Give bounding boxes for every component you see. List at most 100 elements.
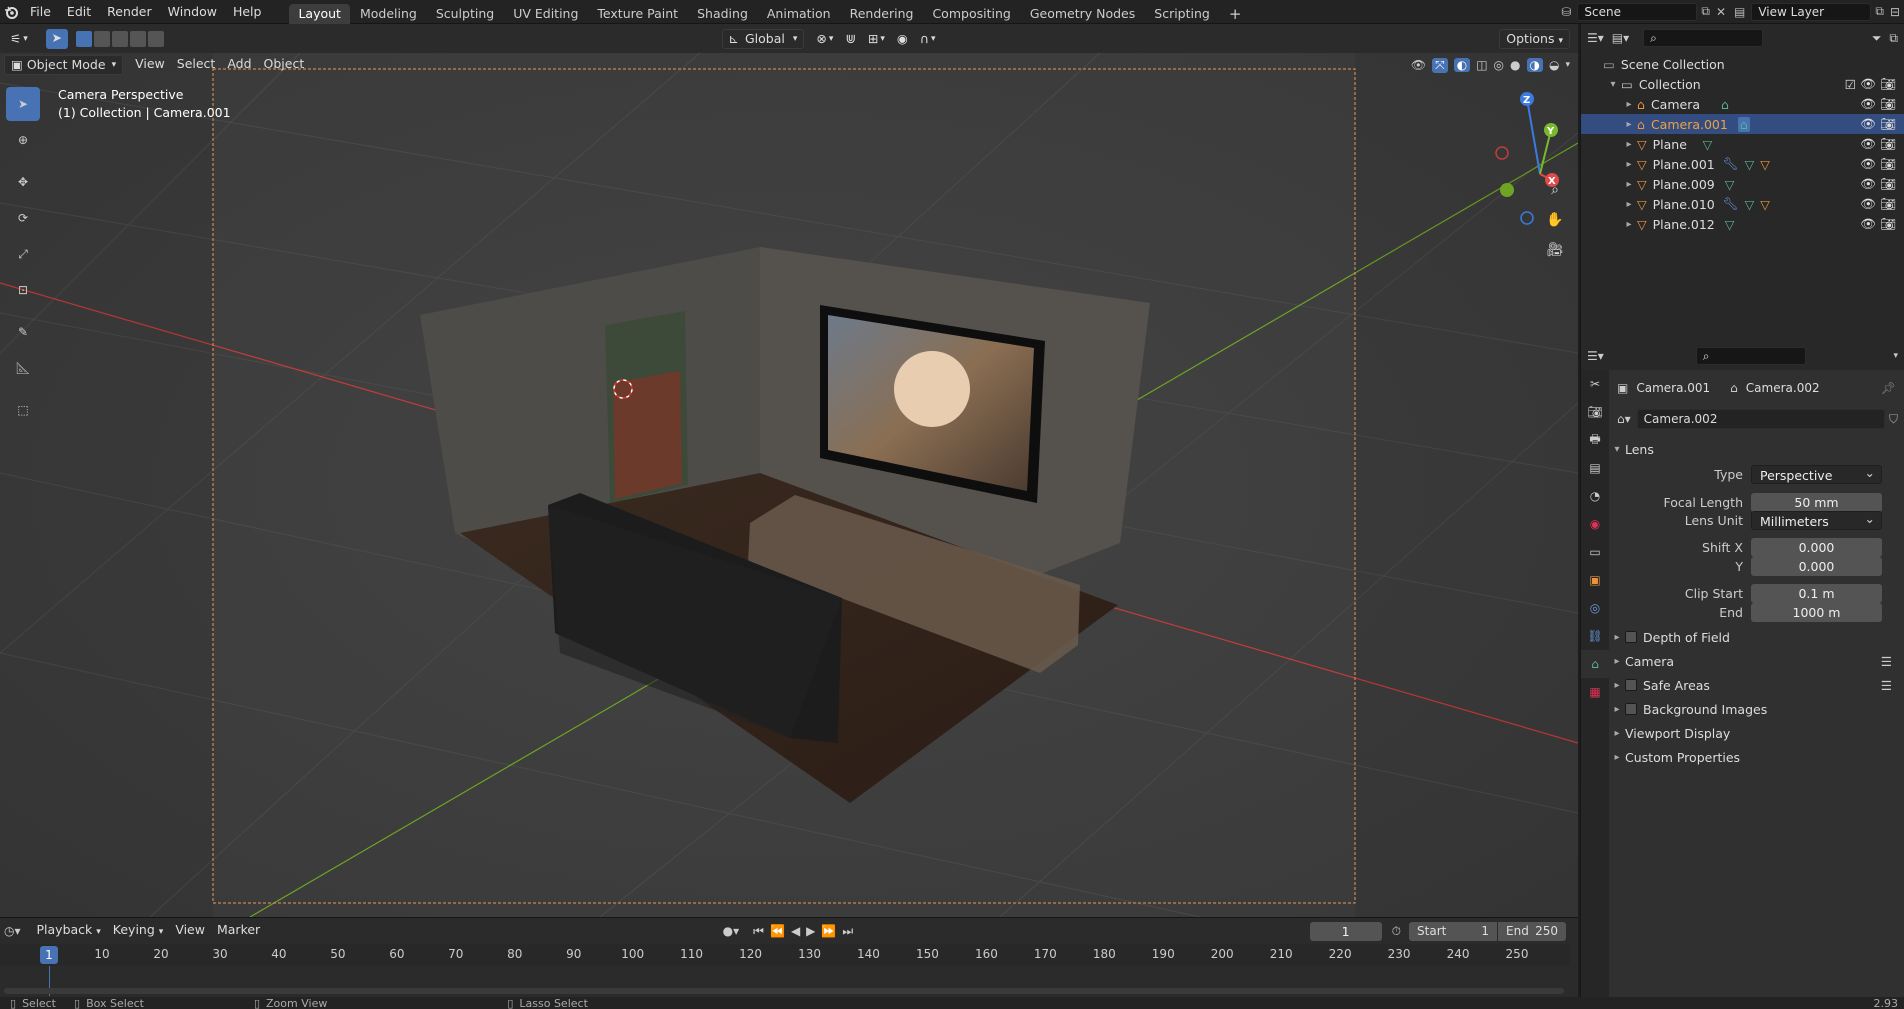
- visibility-eye-icon[interactable]: 👁︎: [1860, 156, 1876, 172]
- frame-ruler[interactable]: 1 10 20 30 40 50 60 70 80 90 100 110 120 130 140 150 16…: [0, 944, 1570, 966]
- render-camera-icon[interactable]: 📷︎: [1880, 96, 1896, 112]
- tab-layout[interactable]: Layout: [289, 3, 350, 24]
- render-camera-icon[interactable]: 📷︎: [1880, 216, 1896, 232]
- collection-row[interactable]: ▾ ▭ Collection ☑ 👁︎ 📷︎: [1581, 74, 1904, 94]
- preview-range-clock-icon[interactable]: ⏱: [1392, 924, 1401, 939]
- camera-data-icon[interactable]: ⌂▾: [1617, 412, 1631, 426]
- output-tab-icon[interactable]: 🖶︎: [1581, 426, 1609, 454]
- mode-dropdown[interactable]: ▣ Object Mode ▾: [4, 55, 124, 75]
- object-tab-icon[interactable]: ▣: [1581, 566, 1609, 594]
- menu-file[interactable]: File: [22, 0, 59, 24]
- new-view-layer-icon[interactable]: ⧉: [1875, 4, 1884, 19]
- pin-icon[interactable]: 📌︎: [1881, 381, 1896, 395]
- visibility-eye-icon[interactable]: 👁︎: [1860, 136, 1876, 152]
- tab-geometry-nodes[interactable]: Geometry Nodes: [1021, 4, 1144, 24]
- menu-keying[interactable]: Keying ▾: [107, 921, 170, 941]
- tab-modeling[interactable]: Modeling: [351, 4, 426, 24]
- view-layer-tab-icon[interactable]: ▤: [1581, 454, 1609, 482]
- expand-chevron-icon[interactable]: ▸: [1621, 159, 1637, 170]
- datablock-name-field[interactable]: Camera.002: [1636, 409, 1885, 429]
- filter-icon[interactable]: ⏷: [1872, 31, 1882, 46]
- 3d-viewport[interactable]: Z Y X Camera Perspective (1) Collection …: [0, 53, 1578, 917]
- safe-areas-panel-header[interactable]: ▸ Safe Areas ☰: [1609, 674, 1904, 696]
- cursor-tool-icon[interactable]: ⊕: [6, 123, 40, 157]
- rotate-tool-icon[interactable]: ⟳: [6, 201, 40, 235]
- outliner-item-plane-009[interactable]: ▸ ▽ Plane.009 ▽ 👁︎ 📷︎: [1581, 174, 1904, 194]
- blender-logo-icon[interactable]: [0, 0, 22, 24]
- depth-of-field-panel-header[interactable]: ▸ Depth of Field: [1609, 626, 1904, 648]
- menu-add[interactable]: Add: [221, 55, 257, 75]
- scene-selector[interactable]: ⛁ Scene ⧉ ✕: [1561, 2, 1726, 21]
- render-camera-icon[interactable]: 📷︎: [1880, 176, 1896, 192]
- new-scene-icon[interactable]: ⧉: [1701, 4, 1710, 19]
- depth-of-field-checkbox[interactable]: [1625, 631, 1637, 643]
- render-camera-icon[interactable]: 📷︎: [1880, 136, 1896, 152]
- render-tab-icon[interactable]: 📷︎: [1581, 398, 1609, 426]
- current-frame-field[interactable]: 1: [1309, 921, 1382, 941]
- select-tool-icon[interactable]: ➤: [6, 87, 40, 121]
- tab-scripting[interactable]: Scripting: [1145, 4, 1219, 24]
- jump-end-icon[interactable]: ⏭: [842, 924, 853, 939]
- clip-start-field[interactable]: 0.1 m: [1751, 583, 1882, 603]
- pivot-point-dropdown[interactable]: ⊗ ▾: [810, 29, 839, 49]
- start-frame-field[interactable]: Start 1: [1409, 921, 1498, 941]
- menu-help[interactable]: Help: [225, 0, 270, 24]
- editor-type-button[interactable]: ⚟ ▾: [4, 29, 34, 49]
- render-camera-icon[interactable]: 📷︎: [1880, 76, 1896, 92]
- select-invert-icon[interactable]: [129, 30, 146, 47]
- expand-chevron-icon[interactable]: ▸: [1621, 219, 1637, 230]
- tab-rendering[interactable]: Rendering: [841, 4, 923, 24]
- safe-areas-checkbox[interactable]: [1625, 679, 1637, 691]
- tab-texture-paint[interactable]: Texture Paint: [588, 4, 687, 24]
- select-set-icon[interactable]: [75, 30, 92, 47]
- expand-chevron-icon[interactable]: ▸: [1621, 99, 1637, 110]
- expand-chevron-icon[interactable]: ▸: [1621, 199, 1637, 210]
- expand-chevron-icon[interactable]: ▸: [1621, 179, 1637, 190]
- shading-solid-icon[interactable]: ●: [1510, 58, 1520, 72]
- scene-collection-row[interactable]: ▭ Scene Collection: [1581, 54, 1904, 74]
- shift-x-field[interactable]: 0.000: [1751, 537, 1882, 557]
- visibility-eye-icon[interactable]: 👁︎: [1860, 96, 1876, 112]
- scene-name-field[interactable]: Scene: [1577, 2, 1698, 21]
- shading-wireframe-icon[interactable]: ◎: [1494, 58, 1504, 72]
- focal-length-field[interactable]: 50 mm: [1751, 492, 1882, 512]
- visibility-eye-icon[interactable]: 👁︎: [1860, 76, 1876, 92]
- add-workspace-button[interactable]: +: [1220, 4, 1251, 24]
- end-frame-field[interactable]: End 250: [1498, 921, 1567, 941]
- gizmo-toggle-icon[interactable]: ⤧: [1432, 57, 1448, 73]
- background-images-checkbox[interactable]: [1625, 703, 1637, 715]
- proportional-edit-toggle[interactable]: ◉: [891, 29, 914, 49]
- zoom-icon[interactable]: ⌕: [1542, 177, 1568, 203]
- shading-rendered-icon[interactable]: ◒: [1549, 58, 1559, 72]
- new-collection-icon[interactable]: ⧉: [1889, 31, 1898, 46]
- outliner-item-camera[interactable]: ▸ ⌂ Camera ⌂ 👁︎ 📷︎: [1581, 94, 1904, 114]
- measure-tool-icon[interactable]: 📐︎: [6, 351, 40, 385]
- type-dropdown[interactable]: Perspective: [1751, 463, 1882, 484]
- menu-view[interactable]: View: [129, 55, 171, 75]
- options-dropdown[interactable]: Options ▾: [1499, 28, 1571, 49]
- background-images-panel-header[interactable]: ▸ Background Images: [1609, 698, 1904, 720]
- properties-options-icon[interactable]: ▾: [1893, 351, 1898, 361]
- scene-tab-icon[interactable]: ◔: [1581, 482, 1609, 510]
- menu-object[interactable]: Object: [258, 55, 311, 75]
- shading-options-icon[interactable]: ▾: [1565, 60, 1570, 70]
- add-cube-tool-icon[interactable]: ⬚: [6, 393, 40, 427]
- camera-view-icon[interactable]: 🎥︎: [1542, 237, 1568, 263]
- lens-unit-dropdown[interactable]: Millimeters: [1751, 509, 1882, 530]
- visibility-eye-icon[interactable]: 👁︎: [1411, 58, 1426, 72]
- outliner-item-plane[interactable]: ▸ ▽ Plane ▽ 👁︎ 📷︎: [1581, 134, 1904, 154]
- outliner-search-input[interactable]: ⌕: [1643, 29, 1764, 47]
- jump-prev-keyframe-icon[interactable]: ⏪: [770, 924, 785, 938]
- custom-properties-panel-header[interactable]: ▸ Custom Properties: [1609, 746, 1904, 768]
- outliner-item-plane-001[interactable]: ▸ ▽ Plane.001 🔧︎ ▽ ▽ 👁︎ 📷︎: [1581, 154, 1904, 174]
- remove-view-layer-icon[interactable]: ⊟: [1890, 5, 1900, 19]
- scale-tool-icon[interactable]: ⤢: [6, 237, 40, 271]
- fake-user-shield-icon[interactable]: ⛉: [1889, 412, 1898, 427]
- visibility-eye-icon[interactable]: 👁︎: [1860, 216, 1876, 232]
- physics-tab-icon[interactable]: ◎: [1581, 594, 1609, 622]
- select-subtract-icon[interactable]: [111, 30, 128, 47]
- annotate-tool-icon[interactable]: ✎: [6, 315, 40, 349]
- tool-select-box-icon[interactable]: ➤: [45, 28, 68, 49]
- clip-end-field[interactable]: 1000 m: [1751, 602, 1882, 622]
- transform-orientation-dropdown[interactable]: ⊾ Global ▾: [721, 28, 805, 49]
